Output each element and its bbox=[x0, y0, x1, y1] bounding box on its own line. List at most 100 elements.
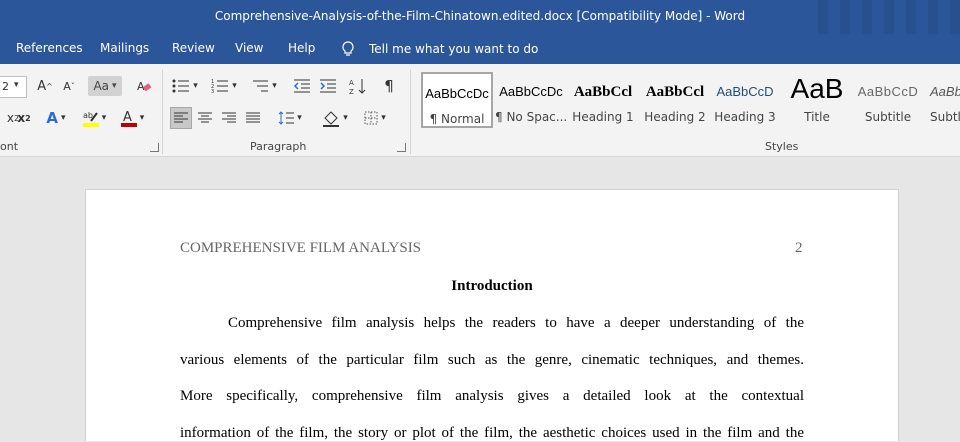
tab-references[interactable]: References bbox=[16, 41, 83, 55]
chevron-down-icon: ▾ bbox=[193, 81, 198, 91]
style-name: Heading 2 bbox=[644, 110, 706, 124]
body-line: information of the film, the story or pl… bbox=[180, 425, 804, 442]
align-right-button[interactable] bbox=[218, 108, 240, 128]
shading-button[interactable]: ▾ bbox=[318, 108, 352, 128]
style-no-spacing[interactable]: AaBbCcDc ¶ No Spac... bbox=[495, 72, 567, 128]
style-heading-3[interactable]: AaBbCcD Heading 3 bbox=[709, 72, 781, 128]
font-dialog-launcher[interactable] bbox=[150, 143, 159, 152]
style-title[interactable]: AaB Title bbox=[781, 72, 853, 128]
paint-bucket-icon bbox=[323, 111, 340, 127]
shrink-font-button[interactable]: Aˇ bbox=[60, 76, 78, 96]
eraser-icon: A bbox=[137, 80, 152, 93]
ribbon: 2 ▾ A^ Aˇ Aa▾ A x2 x2 A▾ ab ▾ A ▾ ont bbox=[0, 64, 960, 157]
tab-help[interactable]: Help bbox=[288, 41, 315, 55]
style-preview: AaB bbox=[790, 74, 844, 104]
highlight-swatch bbox=[82, 123, 99, 127]
running-header: COMPREHENSIVE FILM ANALYSIS bbox=[180, 240, 422, 256]
style-name: ¶ No Spac... bbox=[495, 110, 567, 124]
style-name: Title bbox=[804, 110, 830, 124]
svg-text:ab: ab bbox=[83, 111, 93, 120]
tab-review[interactable]: Review bbox=[172, 41, 215, 55]
decrease-indent-icon bbox=[293, 79, 310, 93]
chevron-down-icon: ▾ bbox=[139, 113, 145, 123]
body-line-text: More specifically, comprehensive film an… bbox=[180, 388, 804, 404]
style-heading-2[interactable]: AaBbCcl Heading 2 bbox=[639, 72, 711, 128]
sort-button[interactable]: A Z bbox=[348, 76, 368, 96]
highlight-color-button[interactable]: ab ▾ bbox=[78, 108, 110, 128]
bullet-list-icon bbox=[172, 79, 190, 93]
style-name: Heading 3 bbox=[714, 110, 776, 124]
document-page[interactable]: COMPREHENSIVE FILM ANALYSIS 2 Introducti… bbox=[85, 189, 899, 441]
section-heading: Introduction bbox=[451, 278, 533, 294]
svg-text:Z: Z bbox=[349, 88, 354, 95]
pilcrow-icon: ¶ bbox=[384, 77, 394, 95]
styles-group-label: Styles bbox=[765, 140, 799, 153]
ribbon-separator bbox=[410, 70, 411, 154]
text-effects-icon: A bbox=[46, 109, 59, 127]
style-name: Subtle bbox=[930, 110, 960, 124]
paragraph-group-label: Paragraph bbox=[250, 140, 307, 153]
style-preview: AaBbCcl bbox=[645, 84, 705, 100]
clear-formatting-button[interactable]: A bbox=[134, 76, 154, 96]
chevron-down-icon: ▾ bbox=[112, 81, 117, 91]
ribbon-separator bbox=[162, 70, 163, 154]
tab-view[interactable]: View bbox=[235, 41, 263, 55]
chevron-down-icon: ▾ bbox=[343, 113, 348, 123]
font-color-button[interactable]: A ▾ bbox=[116, 108, 148, 128]
title-bar-decoration bbox=[810, 0, 960, 34]
grow-font-button[interactable]: A ^ bbox=[36, 76, 54, 96]
justify-button[interactable] bbox=[242, 108, 264, 128]
show-formatting-button[interactable]: ¶ bbox=[380, 76, 398, 96]
styles-gallery: AaBbCcDc ¶ Normal AaBbCcDc ¶ No Spac... … bbox=[419, 72, 960, 128]
decrease-indent-button[interactable] bbox=[292, 76, 312, 96]
tab-mailings[interactable]: Mailings bbox=[100, 41, 149, 55]
body-line: More specifically, comprehensive film an… bbox=[180, 388, 804, 405]
page-number: 2 bbox=[795, 240, 803, 256]
multilevel-list-button[interactable]: ▾ bbox=[248, 76, 280, 96]
svg-text:A: A bbox=[123, 110, 132, 125]
sort-az-icon: A Z bbox=[349, 79, 366, 95]
chevron-down-icon: ▾ bbox=[297, 113, 302, 123]
style-normal[interactable]: AaBbCcDc ¶ Normal bbox=[421, 72, 493, 128]
style-subtle[interactable]: AaBb Subtle bbox=[924, 72, 960, 128]
chevron-down-icon: ▾ bbox=[272, 81, 277, 91]
font-size-value: 2 bbox=[2, 80, 9, 93]
justify-icon bbox=[246, 112, 260, 123]
line-spacing-icon bbox=[278, 111, 295, 125]
borders-button[interactable]: ▾ bbox=[358, 108, 392, 128]
style-name: Subtitle bbox=[864, 110, 912, 124]
increase-indent-button[interactable] bbox=[318, 76, 338, 96]
align-center-button[interactable] bbox=[194, 108, 216, 128]
svg-text:A: A bbox=[349, 79, 354, 87]
body-line-text: various elements of the particular film … bbox=[180, 352, 804, 368]
chevron-down-icon: ▾ bbox=[14, 80, 19, 90]
numbering-button[interactable]: 1 2 3 ▾ bbox=[208, 76, 240, 96]
style-preview: AaBbCcl bbox=[573, 84, 633, 100]
style-preview: AaBbCcD bbox=[857, 84, 919, 99]
style-name: Heading 1 bbox=[572, 110, 634, 124]
tell-me-label: Tell me what you want to do bbox=[369, 42, 539, 56]
style-preview: AaBbCcDc bbox=[499, 84, 563, 99]
align-left-button[interactable] bbox=[170, 108, 192, 128]
chevron-down-icon: ▾ bbox=[61, 113, 66, 123]
tell-me-search[interactable]: Tell me what you want to do bbox=[341, 41, 538, 57]
line-spacing-button[interactable]: ▾ bbox=[274, 108, 306, 128]
chevron-down-icon: ▾ bbox=[101, 113, 107, 123]
bullets-button[interactable]: ▾ bbox=[170, 76, 200, 96]
numbered-list-icon: 1 2 3 bbox=[211, 79, 229, 94]
change-case-button[interactable]: Aa ▾ bbox=[88, 76, 122, 96]
paragraph-dialog-launcher[interactable] bbox=[397, 143, 406, 152]
font-size-field[interactable]: 2 ▾ bbox=[0, 76, 27, 98]
style-heading-1[interactable]: AaBbCcl Heading 1 bbox=[567, 72, 639, 128]
title-bar: Comprehensive-Analysis-of-the-Film-China… bbox=[0, 0, 960, 34]
change-case-label: Aa bbox=[93, 79, 110, 93]
style-subtitle[interactable]: AaBbCcD Subtitle bbox=[852, 72, 924, 128]
text-effects-button[interactable]: A ▾ bbox=[42, 108, 70, 128]
increase-indent-icon bbox=[320, 79, 336, 93]
lightbulb-icon bbox=[342, 41, 354, 56]
font-group-label: ont bbox=[0, 140, 19, 153]
ribbon-tab-bar: References Mailings Review View Help Tel… bbox=[0, 34, 960, 64]
body-line-text: information of the film, the story or pl… bbox=[180, 425, 804, 441]
style-preview: AaBb bbox=[930, 84, 960, 99]
superscript-button[interactable]: x2 bbox=[12, 108, 36, 128]
